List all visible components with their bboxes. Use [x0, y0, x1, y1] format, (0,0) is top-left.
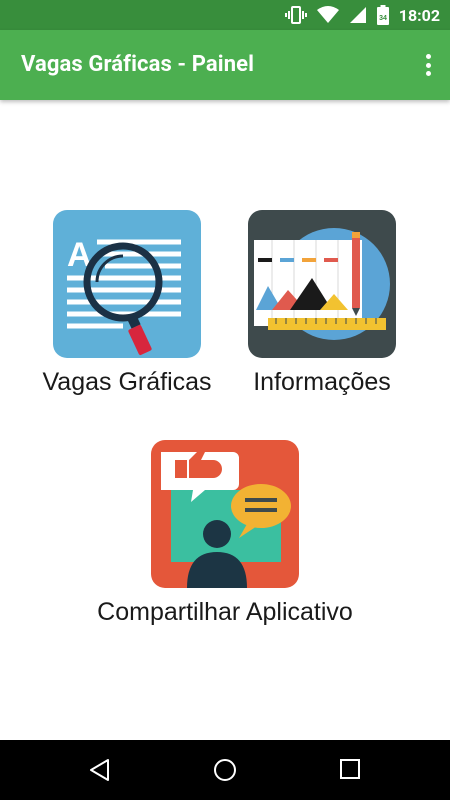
back-icon[interactable] [88, 758, 112, 782]
navigation-bar [0, 740, 450, 800]
tile-label: Informações [253, 368, 391, 396]
status-bar: 34 18:02 [0, 0, 450, 30]
vibrate-icon [284, 6, 307, 24]
battery-level: 34 [379, 15, 387, 22]
signal-icon [349, 7, 366, 23]
battery-icon: 34 [376, 5, 389, 25]
overflow-menu-button[interactable] [418, 52, 438, 78]
share-feedback-icon [151, 440, 299, 588]
app-bar: Vagas Gráficas - Painel [0, 30, 450, 100]
tile-vagas-graficas[interactable]: A Vagas Gráficas [27, 210, 227, 397]
status-icons: 34 18:02 [284, 0, 440, 30]
clock: 18:02 [398, 5, 440, 25]
overflow-menu-icon [425, 54, 431, 59]
tile-compartilhar-aplicativo[interactable]: Compartilhar Aplicativo [75, 440, 375, 627]
home-icon[interactable] [213, 758, 237, 782]
chart-info-icon [248, 210, 396, 358]
document-search-icon: A [53, 210, 201, 358]
recents-icon[interactable] [339, 758, 361, 780]
tile-label: Compartilhar Aplicativo [97, 598, 353, 626]
tile-label: Vagas Gráficas [42, 368, 212, 396]
page-title: Vagas Gráficas - Painel [21, 52, 255, 77]
wifi-icon [316, 6, 339, 23]
tile-informacoes[interactable]: Informações [222, 210, 422, 397]
